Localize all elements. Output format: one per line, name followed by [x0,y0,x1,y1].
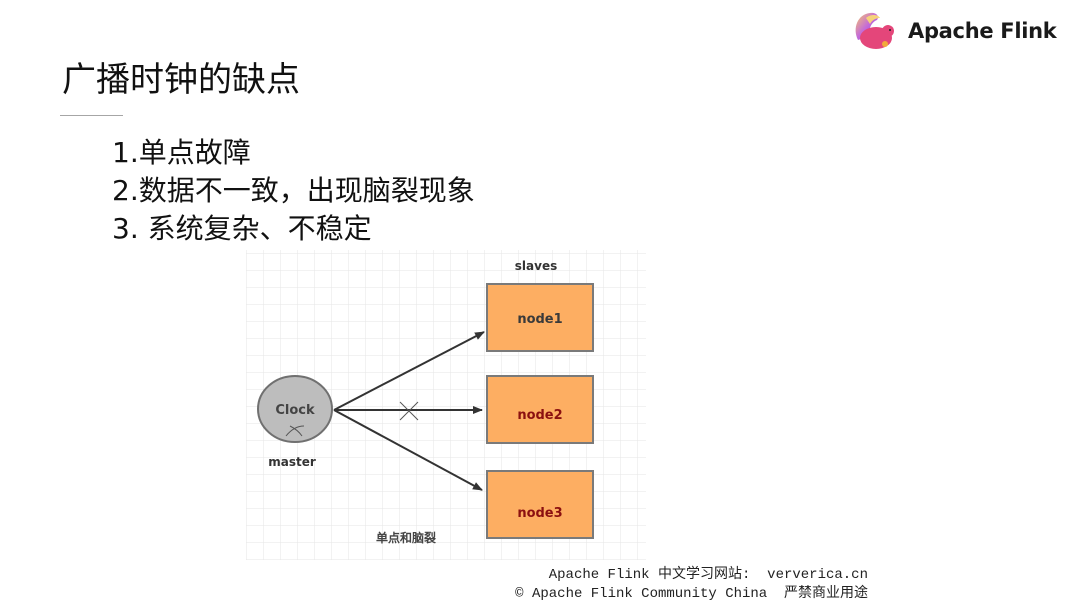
slide-title: 广播时钟的缺点 [62,60,300,100]
node-label: node1 [517,312,562,327]
brand-name: Apache Flink [908,19,1057,43]
broadcast-clock-diagram: slaves Clock master node1 node2 node3 单点… [246,250,646,560]
diagram-caption: 单点和脑裂 [376,530,436,545]
footer-website-line: Apache Flink 中文学习网站: ververica.cn [548,567,868,583]
master-clock-label: Clock [275,403,315,418]
node-label: node3 [517,506,562,521]
drawback-list: 1.单点故障 2.数据不一致，出现脑裂现象 3. 系统复杂、不稳定 [112,134,475,248]
footer: Apache Flink 中文学习网站: ververica.cn © Apac… [508,566,868,604]
apache-flink-logo: Apache Flink [852,10,1057,52]
slave-node-2: node2 [486,375,594,444]
node-label: node2 [517,408,562,423]
footer-copyright-line: © Apache Flink Community China 严禁商业用途 [515,586,868,602]
slaves-label: slaves [515,259,557,273]
slave-node-1: node1 [486,283,594,352]
title-divider [60,115,123,116]
drawback-item: 3. 系统复杂、不稳定 [112,212,372,245]
slave-node-3: node3 [486,470,594,539]
master-role-label: master [268,455,316,469]
flink-squirrel-icon [855,12,894,49]
drawback-item: 2.数据不一致，出现脑裂现象 [112,174,475,207]
drawback-item: 1.单点故障 [112,136,251,169]
